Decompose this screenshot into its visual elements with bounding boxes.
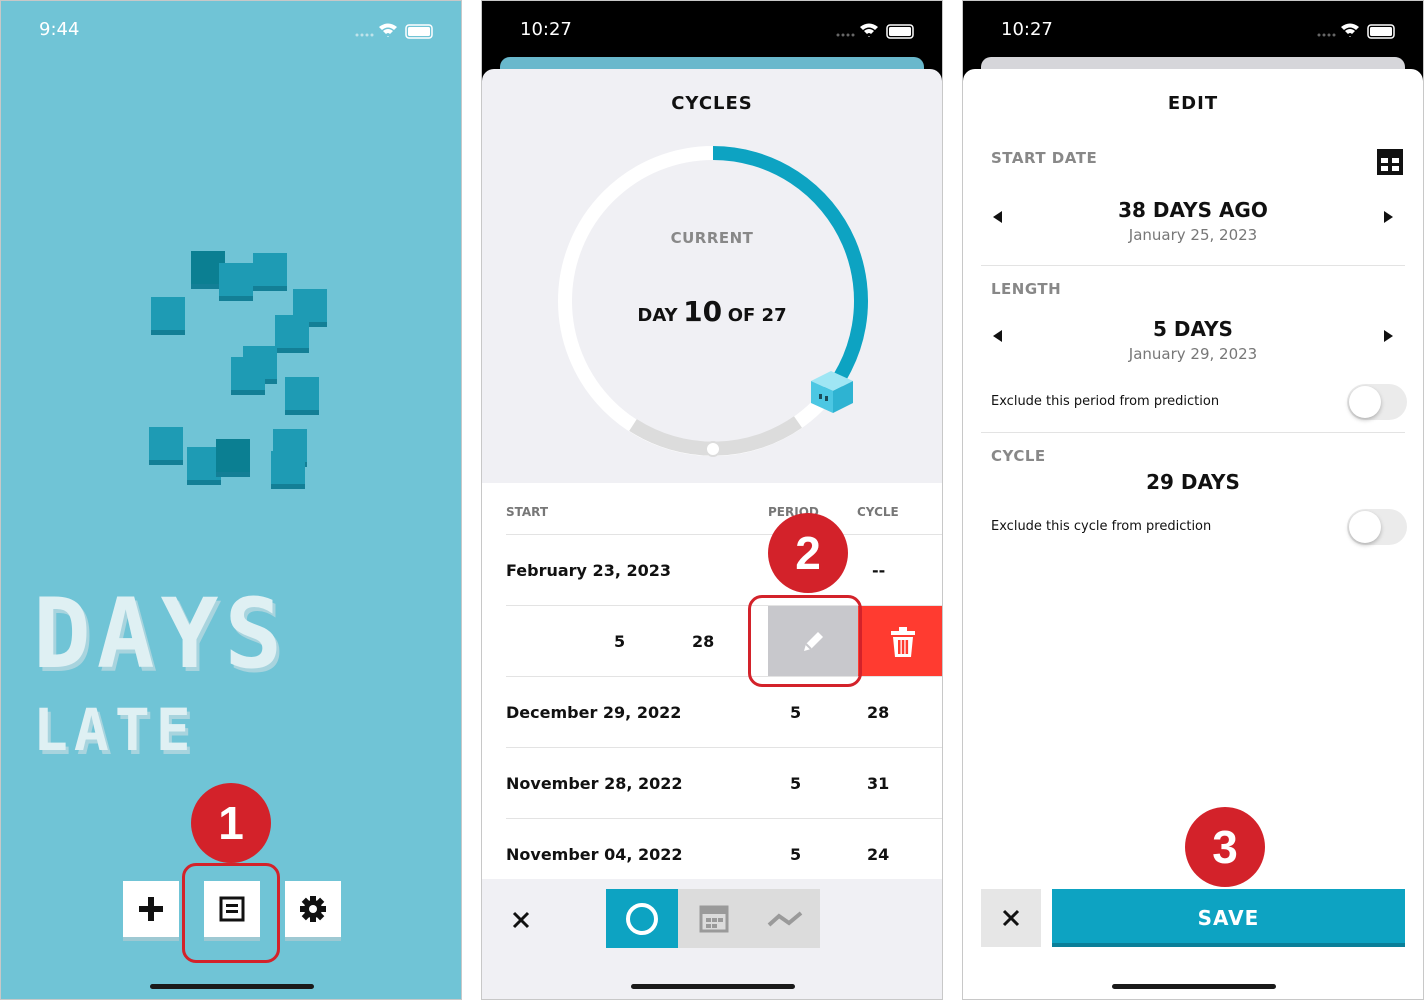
status-icons: [355, 23, 433, 39]
row-cycle: 31: [867, 774, 890, 793]
table-row[interactable]: December 29, 2022 5 28: [506, 677, 942, 748]
tab-calendar-view[interactable]: [678, 889, 749, 948]
plus-icon: [139, 897, 163, 921]
day-progress-text: DAY 10 OF 27: [482, 295, 942, 328]
cancel-button[interactable]: [981, 889, 1041, 947]
day-word: DAY: [637, 305, 678, 326]
tab-ring-view[interactable]: [606, 889, 678, 948]
length-value: 5 DAYS: [1153, 317, 1233, 341]
trash-icon: [891, 626, 915, 657]
calendar-icon: [699, 905, 728, 932]
day-number: 10: [683, 295, 723, 328]
home-indicator: [1112, 984, 1276, 989]
close-button[interactable]: [506, 905, 536, 935]
exclude-period-label: Exclude this period from prediction: [991, 394, 1220, 409]
divider: [981, 432, 1405, 433]
row-period: 5: [790, 703, 802, 722]
bottom-toolbar: [482, 879, 942, 999]
status-bar: 10:27: [482, 1, 942, 59]
ring-marker: [705, 441, 721, 457]
length-date: January 29, 2023: [1128, 345, 1258, 363]
calendar-button[interactable]: [1375, 147, 1405, 177]
late-text: LATE: [33, 696, 197, 764]
table-header: START PERIOD CYCLE: [506, 483, 942, 535]
home-screen: 9:44 DAYS LATE 1: [0, 0, 462, 1000]
days-text: DAYS: [33, 578, 289, 690]
current-label: CURRENT: [670, 229, 754, 247]
start-date-date: January 25, 2023: [1128, 226, 1258, 244]
length-label: LENGTH: [991, 280, 1062, 298]
table-row-swiped[interactable]: 5 28: [506, 606, 942, 677]
exclude-cycle-toggle[interactable]: [1347, 509, 1407, 545]
row-cycle: 24: [867, 845, 890, 864]
close-icon: [1002, 909, 1020, 927]
step-marker-1: 1: [191, 783, 271, 863]
tab-chart-view[interactable]: [749, 889, 820, 948]
divider: [981, 265, 1405, 266]
row-cycle: 28: [867, 703, 890, 722]
highlight-list-button: [182, 863, 280, 963]
day-of-total: OF 27: [727, 305, 787, 326]
home-indicator: [631, 984, 795, 989]
row-start: February 23, 2023: [506, 561, 671, 580]
row-cycle: 28: [692, 632, 715, 651]
add-button[interactable]: [123, 881, 179, 937]
row-cycle: --: [872, 561, 886, 580]
trend-icon: [767, 910, 802, 926]
exclude-period-toggle[interactable]: [1347, 384, 1407, 420]
home-indicator: [150, 984, 314, 989]
row-period: 5: [790, 774, 802, 793]
row-start: December 29, 2022: [506, 703, 682, 722]
calendar-icon: [1377, 149, 1403, 175]
start-date-value: 38 DAYS AGO: [1118, 198, 1268, 222]
cycles-screen: 10:27 CYCLES CURRENT DAY 10 OF 27 START …: [481, 0, 943, 1000]
gear-icon: [300, 896, 326, 922]
start-date-label: START DATE: [991, 149, 1098, 167]
status-time: 10:27: [1001, 19, 1053, 40]
cycles-table: START PERIOD CYCLE February 23, 2023 -- …: [482, 483, 942, 879]
step-marker-3: 3: [1185, 807, 1265, 887]
close-icon: [512, 911, 530, 929]
settings-button[interactable]: [285, 881, 341, 937]
status-bar: 9:44: [1, 1, 461, 59]
table-row[interactable]: February 23, 2023 --: [506, 535, 942, 606]
row-period: 5: [614, 632, 626, 651]
status-time: 9:44: [39, 19, 80, 40]
status-time: 10:27: [520, 19, 572, 40]
edit-screen: 10:27 EDIT START DATE 38 DAYS AGO Januar…: [962, 0, 1424, 1000]
status-bar: 10:27: [963, 1, 1423, 59]
status-icons: [1317, 23, 1395, 39]
header-cycle: CYCLE: [857, 505, 899, 519]
page-title: CYCLES: [671, 93, 753, 114]
circle-icon: [626, 902, 658, 935]
status-icons: [836, 23, 914, 39]
header-start: START: [506, 505, 549, 519]
row-period: 5: [790, 845, 802, 864]
cycle-value: 29 DAYS: [1146, 470, 1240, 494]
row-start: November 28, 2022: [506, 774, 683, 793]
row-start: November 04, 2022: [506, 845, 683, 864]
table-row[interactable]: November 28, 2022 5 31: [506, 748, 942, 819]
exclude-cycle-label: Exclude this cycle from prediction: [991, 519, 1212, 534]
page-title: EDIT: [1167, 93, 1219, 114]
delete-button[interactable]: [858, 606, 942, 676]
highlight-edit-button: [748, 595, 862, 687]
step-marker-2: 2: [768, 513, 848, 593]
cycle-label: CYCLE: [991, 447, 1046, 465]
save-button[interactable]: SAVE: [1052, 889, 1405, 947]
